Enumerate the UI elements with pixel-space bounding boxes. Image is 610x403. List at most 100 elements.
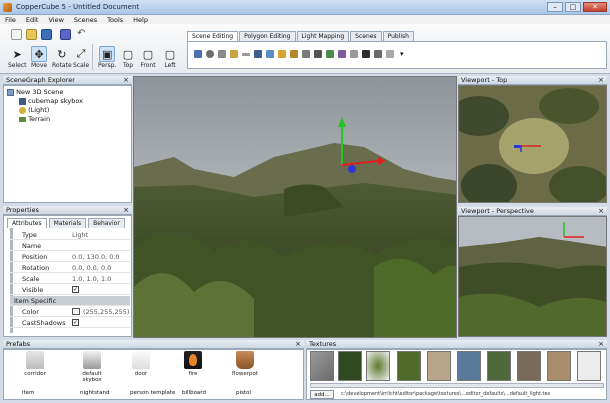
menu-tools[interactable]: Tools	[107, 16, 123, 24]
viewport-persp-title: Viewport - Perspective	[461, 207, 534, 215]
color-swatch[interactable]	[72, 308, 80, 315]
prop-color-value[interactable]: (255,255,255)	[83, 308, 129, 316]
castshadows-checkbox[interactable]: ✓	[72, 319, 79, 326]
tab-scene-editing[interactable]: Scene Editing	[187, 31, 239, 41]
rotate-tool-button[interactable]: ↻ Rotate	[52, 46, 72, 70]
texture-thumb[interactable]	[310, 351, 334, 381]
view-perspective-button[interactable]: ▣ Persp.	[98, 46, 116, 69]
close-icon[interactable]: ×	[123, 76, 129, 85]
tab-scenes[interactable]: Scenes	[350, 31, 382, 41]
view-top-button[interactable]: ▢ Top	[120, 46, 136, 70]
close-icon[interactable]: ×	[598, 340, 604, 349]
view-left-button[interactable]: ▢ Left	[162, 46, 178, 70]
prefab-flowerpot[interactable]: flowerpot	[232, 351, 258, 377]
close-button[interactable]: ✕	[583, 2, 607, 12]
camera-icon[interactable]	[314, 50, 322, 58]
tree-item-scene[interactable]: New 3D Scene	[7, 88, 63, 97]
cylinder-icon[interactable]	[218, 50, 226, 58]
prop-rotation-value[interactable]: 0.0, 0.0, 0.0	[72, 264, 111, 272]
prefab-label[interactable]: nightstand	[80, 390, 110, 396]
tree-item-terrain[interactable]: Terrain	[19, 115, 50, 124]
fire-thumb	[184, 351, 202, 369]
close-icon[interactable]: ×	[598, 207, 604, 216]
skybox-icon[interactable]	[266, 50, 274, 58]
view-front-button[interactable]: ▢ Front	[140, 46, 156, 70]
2d-overlay-icon[interactable]	[374, 50, 382, 58]
prop-scale-row[interactable]: Scale 1.0, 1.0, 1.0	[10, 274, 130, 284]
undo-icon[interactable]: ↶	[77, 29, 88, 40]
texture-thumb[interactable]	[366, 351, 390, 381]
move-tool-button[interactable]: ✥ Move	[31, 46, 47, 69]
prop-visible-row[interactable]: Visible ✓	[10, 285, 130, 295]
prop-scale-value[interactable]: 1.0, 1.0, 1.0	[72, 275, 111, 283]
open-folder-icon[interactable]	[26, 29, 37, 40]
menu-file[interactable]: File	[5, 16, 16, 24]
dropdown-chevron-icon[interactable]: ▾	[400, 50, 408, 58]
text-icon[interactable]	[350, 50, 358, 58]
minimize-button[interactable]: –	[547, 2, 563, 12]
tab-light-mapping[interactable]: Light Mapping	[296, 31, 350, 41]
prop-shadows-row[interactable]: CastShadows ✓	[10, 318, 130, 328]
close-icon[interactable]: ×	[598, 76, 604, 85]
sphere-icon[interactable]	[206, 50, 214, 58]
menu-help[interactable]: Help	[133, 16, 148, 24]
prefab-corridor[interactable]: corridor	[22, 351, 48, 377]
select-tool-button[interactable]: ➤ Select	[8, 46, 27, 70]
tab-behavior[interactable]: Behavior	[88, 218, 125, 228]
maximize-button[interactable]: □	[565, 2, 581, 12]
texture-thumb[interactable]	[457, 351, 481, 381]
visible-checkbox[interactable]: ✓	[72, 286, 79, 293]
menu-edit[interactable]: Edit	[26, 16, 39, 24]
publish-icon[interactable]	[60, 29, 71, 40]
viewport-top[interactable]	[458, 85, 607, 203]
prefab-label[interactable]: item	[22, 390, 34, 396]
texture-thumb[interactable]	[577, 351, 601, 381]
sound-icon[interactable]	[362, 50, 370, 58]
prefab-label[interactable]: person template	[130, 390, 175, 396]
tree-item-light[interactable]: (Light)	[19, 106, 49, 115]
prefab-label[interactable]: billboard	[182, 390, 206, 396]
plane-icon[interactable]	[242, 53, 250, 56]
tree-item-skybox[interactable]: cubemap skybox	[19, 97, 83, 106]
texture-thumb[interactable]	[397, 351, 421, 381]
path-icon[interactable]	[302, 50, 310, 58]
terrain-icon[interactable]	[326, 50, 334, 58]
prefab-door[interactable]: door	[128, 351, 154, 377]
prefab-label[interactable]: pistol	[236, 390, 251, 396]
add-texture-button[interactable]: add...	[310, 390, 334, 399]
texture-thumb[interactable]	[547, 351, 571, 381]
light-icon[interactable]	[230, 50, 238, 58]
prop-name-row[interactable]: Name	[10, 241, 130, 251]
texture-thumb[interactable]	[487, 351, 511, 381]
prop-color-row[interactable]: Color (255,255,255)	[10, 307, 130, 317]
particle-icon[interactable]	[290, 50, 298, 58]
tab-materials[interactable]: Materials	[48, 218, 87, 228]
prefabs-panel: corridor default skybox door fire flower…	[3, 349, 304, 400]
prop-position-value[interactable]: 0.0, 130.0, 0.0	[72, 253, 120, 261]
scale-tool-button[interactable]: ⤢ Scale	[73, 46, 89, 69]
prop-rotation-row[interactable]: Rotation 0.0, 0.0, 0.0	[10, 263, 130, 273]
cube-icon[interactable]	[194, 50, 202, 58]
new-document-icon[interactable]	[11, 29, 22, 40]
main-viewport[interactable]	[133, 76, 457, 338]
viewport-perspective[interactable]	[458, 216, 607, 337]
save-icon[interactable]	[41, 29, 52, 40]
menu-view[interactable]: View	[48, 16, 63, 24]
prefab-fire[interactable]: fire	[180, 351, 206, 377]
close-icon[interactable]: ×	[123, 206, 129, 215]
texture-thumb[interactable]	[338, 351, 362, 381]
close-icon[interactable]: ×	[295, 340, 301, 349]
mobile-icon[interactable]	[386, 50, 394, 58]
texture-thumb[interactable]	[427, 351, 451, 381]
tab-polygon-editing[interactable]: Polygon Editing	[239, 31, 296, 41]
textures-scrollbar[interactable]	[310, 383, 604, 388]
tab-publish[interactable]: Publish	[382, 31, 414, 41]
mesh-icon[interactable]	[254, 50, 262, 58]
texture-thumb[interactable]	[517, 351, 541, 381]
tab-attributes[interactable]: Attributes	[7, 218, 47, 228]
prop-position-row[interactable]: Position 0.0, 130.0, 0.0	[10, 252, 130, 262]
menu-scenes[interactable]: Scenes	[74, 16, 97, 24]
billboard-icon[interactable]	[278, 50, 286, 58]
prefab-skybox[interactable]: default skybox	[72, 351, 112, 383]
water-icon[interactable]	[338, 50, 346, 58]
